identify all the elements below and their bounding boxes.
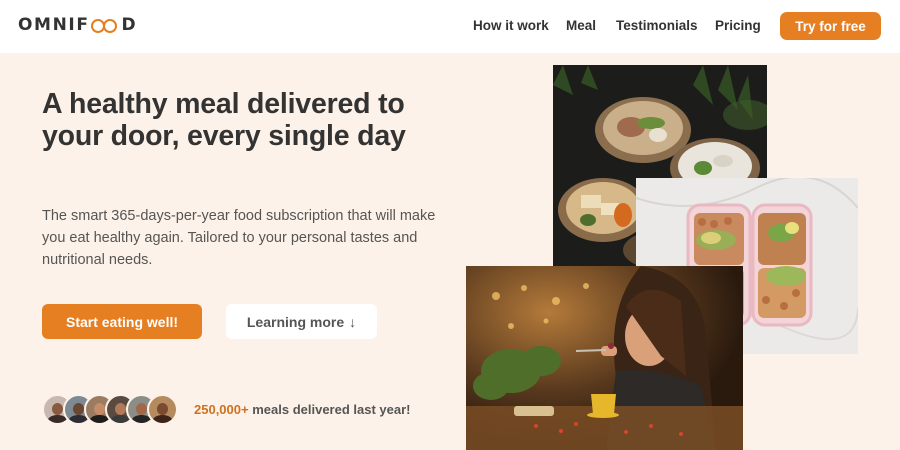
nav-link-pricing[interactable]: Pricing [715,18,761,33]
try-for-free-button[interactable]: Try for free [780,12,881,40]
customer-avatar [147,394,178,425]
top-navigation: OMNIF D How it work Meal Testimonials Pr… [0,0,900,53]
customer-avatars [42,394,178,426]
learn-more-button[interactable]: Learning more ↓ [226,304,377,339]
meals-delivered-text: meals delivered last year! [252,402,411,417]
meals-delivered-stat: 250,000+ meals delivered last year! [194,402,410,417]
hero-title: A healthy meal delivered to your door, e… [42,88,406,152]
meals-delivered-count: 250,000+ [194,402,249,417]
nav-links: How it work Meal Testimonials Pricing [0,18,900,38]
hero-description: The smart 365-days-per-year food subscri… [42,208,436,268]
nav-link-how-it-works[interactable]: How it work [473,18,549,33]
start-eating-well-button[interactable]: Start eating well! [42,304,202,339]
arrow-down-icon: ↓ [349,313,357,330]
nav-link-meal[interactable]: Meal [566,18,596,33]
learn-more-label: Learning more [246,313,345,330]
hero-image-woman-eating [466,266,743,450]
nav-link-testimonials[interactable]: Testimonials [616,18,698,33]
